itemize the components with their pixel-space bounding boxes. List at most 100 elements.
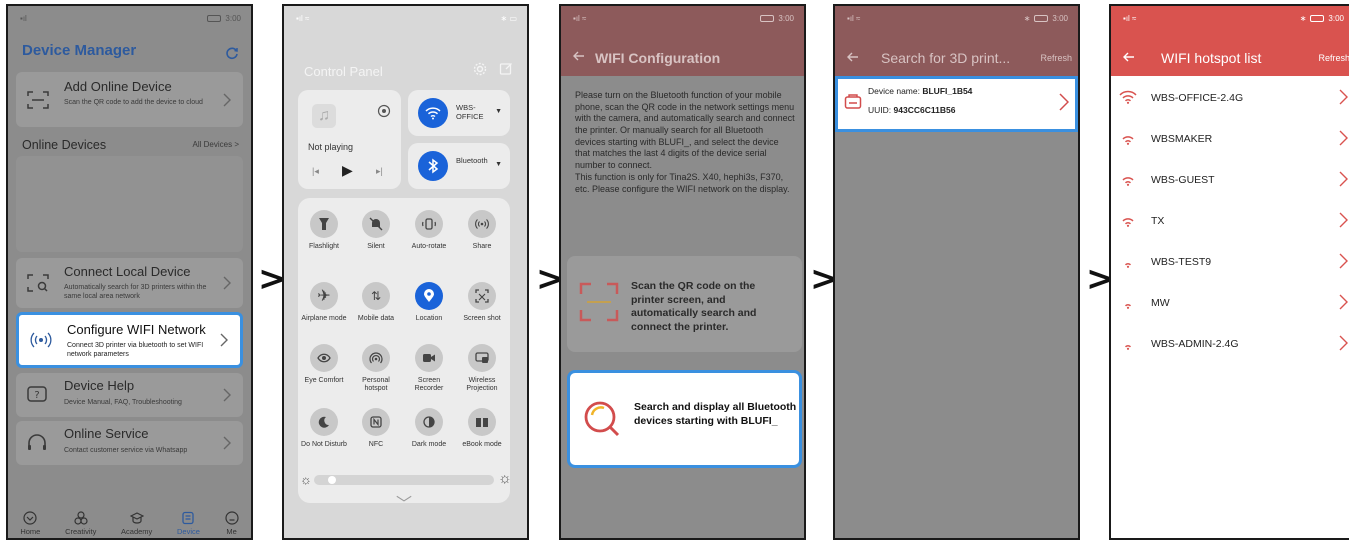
toggle-nfc[interactable]: NFC — [350, 408, 402, 449]
svg-text:?: ? — [34, 390, 39, 401]
gear-icon[interactable] — [473, 62, 487, 76]
wifi-network-item[interactable]: WBS-ADMIN-2.4G — [1111, 324, 1349, 365]
refresh-button[interactable]: Refresh — [1040, 53, 1072, 63]
toggle-share[interactable]: Share — [456, 210, 508, 251]
chevron-right-icon — [223, 388, 231, 402]
toggle-label: Screen shot — [463, 315, 501, 322]
toggle-dark-mode[interactable]: Dark mode — [403, 408, 455, 449]
wifi-broadcast-icon — [29, 330, 53, 350]
battery-icon — [1310, 14, 1325, 22]
chevron-right-icon — [1059, 93, 1069, 111]
toggle-do-not-disturb[interactable]: Do Not Disturb — [298, 408, 350, 449]
card-subtitle: Automatically search for 3D printers wit… — [64, 284, 207, 300]
status-time: 3:00 — [225, 13, 241, 23]
toggle-airplane-mode[interactable]: ✈ Airplane mode — [298, 282, 350, 323]
next-icon[interactable]: ▸| — [376, 166, 383, 177]
academy-icon — [129, 512, 144, 524]
mobile-data-icon: ⇅ — [362, 282, 390, 310]
device-help-card[interactable]: ? Device Help Device Manual, FAQ, Troubl… — [16, 373, 243, 417]
media-player-card[interactable]: ♫ Not playing |◂ ▶ ▸| — [298, 90, 401, 189]
connect-local-device-card[interactable]: Connect Local Device Automatically searc… — [16, 258, 243, 308]
back-arrow-icon[interactable] — [847, 51, 859, 63]
help-icon: ? — [26, 385, 48, 405]
online-devices-area — [16, 156, 243, 252]
status-time: 3:00 — [1328, 13, 1344, 23]
back-arrow-icon[interactable] — [573, 50, 585, 62]
wifi-network-item[interactable]: TX — [1111, 201, 1349, 242]
toggle-location[interactable]: Location — [403, 282, 455, 323]
previous-icon[interactable]: |◂ — [312, 166, 319, 177]
configure-wifi-network-card[interactable]: Configure WIFI Network Connect 3D printe… — [16, 312, 243, 368]
toggle-mobile-data[interactable]: ⇅ Mobile data — [350, 282, 402, 323]
battery-icon — [760, 14, 775, 22]
toggle-screenshot[interactable]: Screen shot — [456, 282, 508, 323]
rotate-icon — [415, 210, 443, 238]
device-list-item[interactable]: Device name: BLUFI_1B54 UUID: 943CC6C11B… — [835, 76, 1078, 132]
collapse-chevron-icon[interactable]: ﹀ — [396, 490, 412, 514]
toggle-label: NFC — [368, 441, 384, 448]
tab-creativity[interactable]: Creativity — [65, 511, 96, 536]
search-bluetooth-option[interactable]: Search and display all Bluetooth devices… — [567, 370, 802, 468]
tab-device[interactable]: Device — [177, 511, 200, 536]
brightness-slider-knob[interactable] — [328, 476, 336, 484]
battery-icon: ∗ ▭ — [500, 13, 517, 23]
wifi-tile[interactable]: WBS-OFFICE ▼ — [408, 90, 510, 136]
toggle-auto-rotate[interactable]: Auto-rotate — [403, 210, 455, 251]
toggle-label: Personal hotspot — [362, 377, 390, 393]
edit-icon[interactable] — [499, 62, 513, 76]
card-title: Device Help — [64, 378, 135, 393]
qr-scan-icon — [579, 282, 619, 322]
wifi-network-name: WBS-ADMIN-2.4G — [1151, 338, 1239, 350]
status-bar: ▪ıl ≈ ∗ ▭ — [284, 6, 527, 30]
online-service-card[interactable]: Online Service Contact customer service … — [16, 421, 243, 465]
signal-icon: ▪ıl ≈ — [847, 13, 861, 23]
toggle-screen-recorder[interactable]: Screen Recorder — [403, 344, 455, 393]
wifi-network-item[interactable]: WBS-OFFICE-2.4G — [1111, 78, 1349, 119]
card-subtitle: Contact customer service via Whatsapp — [64, 447, 188, 454]
back-arrow-icon[interactable] — [1123, 51, 1135, 63]
dark-mode-icon — [415, 408, 443, 436]
wifi-network-item[interactable]: WBSMAKER — [1111, 119, 1349, 160]
device-name-label: Device name: — [868, 86, 920, 96]
wifi-network-item[interactable]: WBS-GUEST — [1111, 160, 1349, 201]
brightness-high-icon: ☼ — [498, 470, 512, 487]
all-devices-link[interactable]: All Devices > — [193, 140, 239, 149]
page-title: Control Panel — [304, 64, 383, 79]
toggle-eye-comfort[interactable]: Eye Comfort — [298, 344, 350, 385]
bluetooth-icon — [418, 151, 448, 181]
add-online-device-card[interactable]: Add Online Device Scan the QR code to ad… — [16, 72, 243, 127]
play-icon[interactable]: ▶ — [342, 162, 353, 179]
brightness-slider[interactable] — [314, 475, 494, 485]
wifi-signal-weak-icon — [1119, 295, 1137, 309]
scan-qr-option[interactable]: Scan the QR code on the printer screen, … — [567, 256, 802, 352]
chevron-right-icon — [223, 276, 231, 290]
toggle-personal-hotspot[interactable]: Personal hotspot — [350, 344, 402, 393]
refresh-button[interactable]: Refresh — [1318, 53, 1349, 63]
tab-academy[interactable]: Academy — [121, 511, 152, 536]
toggle-silent[interactable]: Silent — [350, 210, 402, 251]
toggle-ebook-mode[interactable]: eBook mode — [456, 408, 508, 449]
bluetooth-tile[interactable]: Bluetooth ▼ — [408, 143, 510, 189]
bluetooth-status-icon: ∗ — [1023, 13, 1031, 23]
battery-icon — [1034, 14, 1049, 22]
caret-down-icon[interactable]: ▼ — [495, 108, 502, 115]
wifi-network-name: WBS-TEST9 — [1151, 256, 1212, 268]
wifi-network-item[interactable]: WBS-TEST9 — [1111, 242, 1349, 283]
toggle-label: Mobile data — [357, 315, 395, 322]
tab-label: Device — [177, 527, 200, 536]
uuid-row: UUID: 943CC6C11B56 — [868, 105, 955, 115]
signal-icon: ▪ıl ≈ — [1123, 13, 1137, 23]
audio-output-icon[interactable] — [377, 104, 391, 118]
wifi-network-name: MW — [1151, 297, 1170, 309]
toggle-flashlight[interactable]: Flashlight — [298, 210, 350, 251]
wifi-network-item[interactable]: MW — [1111, 283, 1349, 324]
wifi-signal-medium-icon — [1119, 213, 1137, 227]
wifi-signal-weak-icon — [1119, 254, 1137, 268]
refresh-icon[interactable] — [225, 46, 239, 60]
caret-down-icon[interactable]: ▼ — [495, 161, 502, 168]
tab-home[interactable]: Home — [20, 511, 40, 536]
tab-me[interactable]: Me — [225, 511, 239, 536]
toggle-label: Location — [415, 315, 443, 322]
toggle-wireless-projection[interactable]: Wireless Projection — [456, 344, 508, 393]
page-title: WIFI Configuration — [595, 50, 721, 66]
